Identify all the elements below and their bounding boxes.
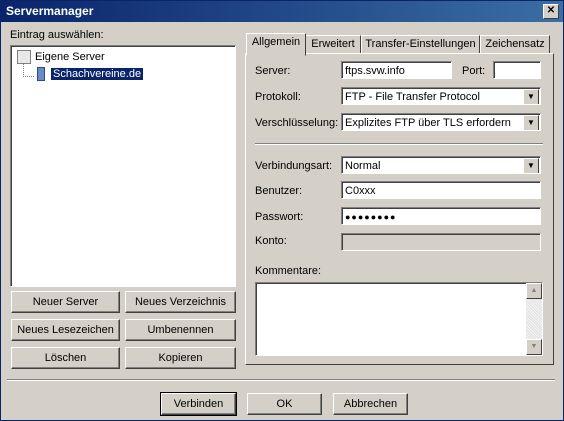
password-label: Passwort: — [255, 211, 304, 223]
new-bookmark-button[interactable]: Neues Lesezeichen — [11, 319, 120, 341]
encryption-select[interactable]: Explizites FTP über TLS erfordern ▼ — [341, 113, 541, 131]
ok-button[interactable]: OK — [247, 393, 322, 415]
protocol-select[interactable]: FTP - File Transfer Protocol ▼ — [341, 87, 541, 105]
title-bar[interactable]: Servermanager ✕ — [1, 1, 563, 22]
protocol-value: FTP - File Transfer Protocol — [345, 91, 480, 103]
tree-root-folder[interactable]: Eigene Server — [17, 50, 105, 64]
user-input[interactable]: C0xxx — [341, 181, 541, 199]
tab-erweitert[interactable]: Erweitert — [305, 35, 361, 54]
comments-textarea[interactable]: ▲ ▼ — [255, 282, 543, 356]
tab-zeichensatz[interactable]: Zeichensatz — [480, 35, 550, 54]
divider — [255, 143, 543, 145]
servermanager-window: Servermanager ✕ Eintrag auswählen: Eigen… — [0, 0, 564, 421]
scroll-up-icon[interactable]: ▲ — [526, 283, 542, 299]
delete-button[interactable]: Löschen — [11, 347, 120, 369]
logontype-label: Verbindungsart: — [255, 160, 333, 172]
server-label: Server: — [255, 65, 291, 77]
chevron-down-icon[interactable]: ▼ — [523, 158, 539, 173]
tab-allgemein[interactable]: Allgemein — [246, 33, 306, 56]
chevron-down-icon[interactable]: ▼ — [523, 115, 539, 130]
scroll-down-icon[interactable]: ▼ — [526, 339, 542, 355]
close-icon[interactable]: ✕ — [543, 4, 559, 19]
connect-button[interactable]: Verbinden — [160, 392, 237, 416]
port-label: Port: — [462, 65, 486, 77]
logontype-select[interactable]: Normal ▼ — [341, 156, 541, 174]
logontype-value: Normal — [345, 160, 381, 172]
copy-button[interactable]: Kopieren — [125, 347, 236, 369]
account-label: Konto: — [255, 235, 287, 247]
new-server-button[interactable]: Neuer Server — [11, 291, 120, 313]
server-icon — [37, 67, 45, 81]
account-input — [341, 233, 541, 251]
tab-transfer-einstellungen[interactable]: Transfer-Einstellungen — [361, 35, 480, 54]
server-tree[interactable]: Eigene Server Schachvereine.de — [10, 45, 236, 287]
comments-label: Kommentare: — [255, 265, 322, 277]
password-input[interactable]: ●●●●●●●● — [341, 207, 541, 225]
encryption-value: Explizites FTP über TLS erfordern — [345, 117, 511, 129]
tree-item-label: Schachvereine.de — [51, 67, 144, 80]
cancel-button[interactable]: Abbrechen — [333, 393, 408, 415]
rename-button[interactable]: Umbenennen — [125, 319, 236, 341]
chevron-down-icon[interactable]: ▼ — [523, 89, 539, 104]
window-title: Servermanager — [6, 4, 94, 18]
port-input[interactable] — [493, 61, 541, 79]
encryption-label: Verschlüsselung: — [255, 117, 339, 129]
folder-icon — [17, 50, 31, 64]
server-input[interactable]: ftps.svw.info — [341, 61, 452, 79]
tree-connector — [23, 64, 34, 77]
user-label: Benutzer: — [255, 185, 303, 197]
new-folder-button[interactable]: Neues Verzeichnis — [125, 291, 236, 313]
comments-scrollbar[interactable]: ▲ ▼ — [526, 283, 542, 355]
footer-divider — [7, 379, 555, 381]
protocol-label: Protokoll: — [255, 91, 301, 103]
select-entry-label: Eintrag auswählen: — [10, 29, 104, 41]
tree-root-label: Eigene Server — [35, 50, 105, 63]
tree-item-schachvereine[interactable]: Schachvereine.de — [37, 67, 144, 81]
